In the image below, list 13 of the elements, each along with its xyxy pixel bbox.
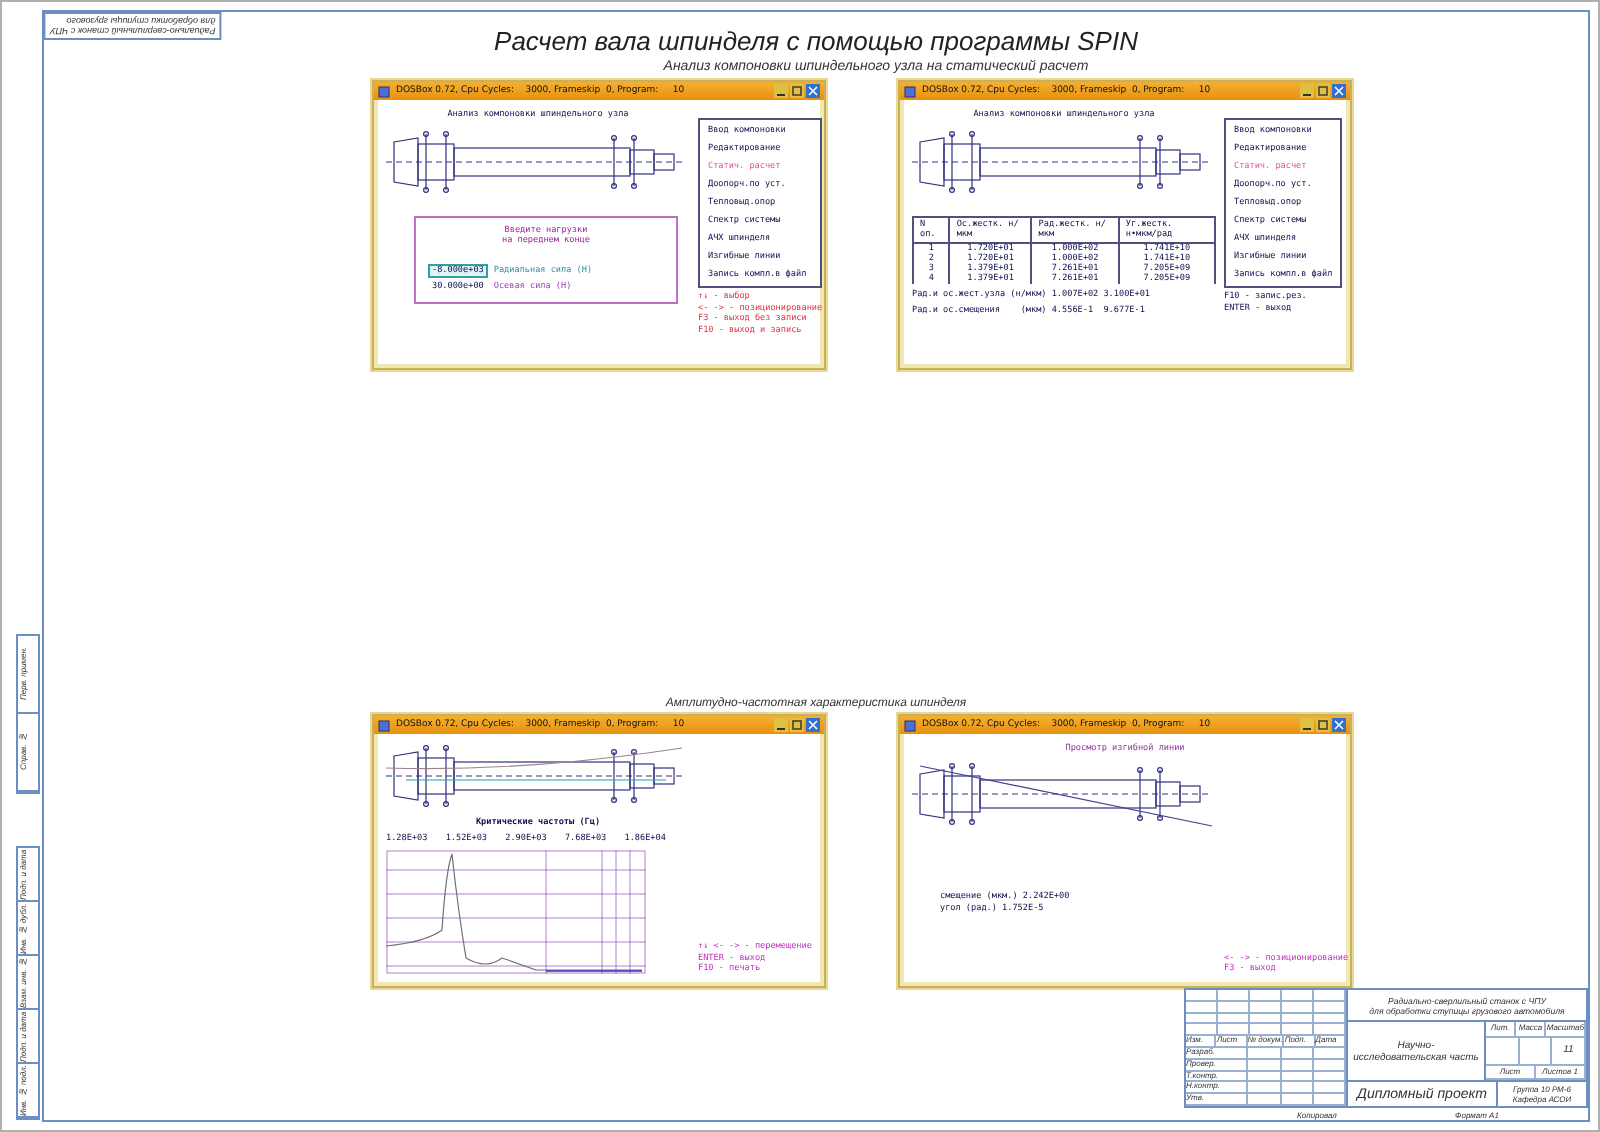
app-icon <box>378 85 390 97</box>
app-icon <box>904 719 916 731</box>
minimize-icon <box>1300 84 1314 98</box>
sheet-title: Расчет вала шпинделя с помощью программы SPIN <box>494 26 1138 56</box>
app-icon <box>904 85 916 97</box>
maximize-icon <box>1316 84 1330 98</box>
maximize-icon <box>790 718 804 732</box>
minimize-icon <box>1300 718 1314 732</box>
maximize-icon <box>790 84 804 98</box>
app-icon <box>378 719 390 731</box>
minimize-icon <box>774 718 788 732</box>
minimize-icon <box>774 84 788 98</box>
maximize-icon <box>1316 718 1330 732</box>
